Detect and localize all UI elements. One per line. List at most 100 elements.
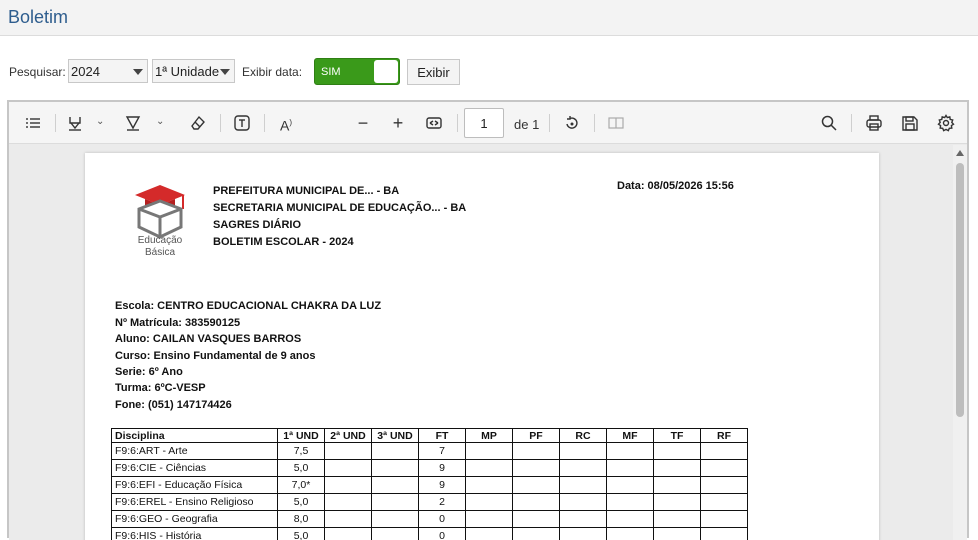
grade-cell: 7 bbox=[419, 443, 466, 460]
grade-cell bbox=[372, 494, 419, 511]
grade-cell bbox=[325, 511, 372, 528]
column-header: MP bbox=[466, 429, 513, 443]
separator bbox=[55, 114, 56, 132]
eraser-icon[interactable] bbox=[187, 112, 209, 134]
grade-cell bbox=[701, 460, 748, 477]
grade-cell bbox=[560, 477, 607, 494]
grade-cell bbox=[513, 460, 560, 477]
show-date-toggle[interactable]: SIM bbox=[314, 58, 400, 85]
chevron-down-icon bbox=[133, 69, 143, 75]
column-header: PF bbox=[513, 429, 560, 443]
educacao-basica-logo: Educação Básica bbox=[125, 181, 195, 261]
info-line: Serie: 6º Ano bbox=[115, 366, 183, 378]
grade-cell bbox=[701, 477, 748, 494]
grade-cell bbox=[560, 443, 607, 460]
rotate-icon[interactable] bbox=[561, 112, 583, 134]
page-number-input[interactable]: 1 bbox=[464, 108, 504, 138]
show-date-label: Exibir data: bbox=[242, 65, 302, 79]
subject-cell: F9:6:HIS - História bbox=[112, 528, 278, 540]
subject-cell: F9:6:EFI - Educação Física bbox=[112, 477, 278, 494]
info-line: Escola: CENTRO EDUCACIONAL CHAKRA DA LUZ bbox=[115, 300, 381, 312]
text-box-icon[interactable] bbox=[231, 112, 253, 134]
chevron-down-icon[interactable]: ⌄ bbox=[96, 116, 104, 127]
grade-cell: 9 bbox=[419, 460, 466, 477]
info-line: Aluno: CAILAN VASQUES BARROS bbox=[115, 333, 301, 345]
search-label: Pesquisar: bbox=[9, 65, 66, 79]
info-line: Turma: 6ºC-VESP bbox=[115, 382, 206, 394]
grade-cell bbox=[654, 494, 701, 511]
grade-cell bbox=[654, 443, 701, 460]
grades-table: Disciplina 1ª UND 2ª UND 3ª UND FT MP PF… bbox=[111, 428, 748, 540]
column-header: Disciplina bbox=[112, 429, 278, 443]
subject-cell: F9:6:EREL - Ensino Religioso bbox=[112, 494, 278, 511]
vertical-scrollbar[interactable] bbox=[953, 145, 967, 540]
scroll-thumb[interactable] bbox=[956, 163, 964, 417]
grade-cell bbox=[701, 511, 748, 528]
toggle-label: SIM bbox=[321, 66, 341, 78]
info-line: Fone: (051) 147174426 bbox=[115, 399, 232, 411]
grade-cell bbox=[513, 494, 560, 511]
column-header: 3ª UND bbox=[372, 429, 419, 443]
grade-cell bbox=[607, 528, 654, 540]
save-icon[interactable] bbox=[899, 112, 921, 134]
column-header: 1ª UND bbox=[278, 429, 325, 443]
report-date: Data: 08/05/2026 15:56 bbox=[617, 180, 734, 192]
grade-cell bbox=[513, 477, 560, 494]
header-line: PREFEITURA MUNICIPAL DE... - BA bbox=[213, 185, 399, 197]
grade-cell: 0 bbox=[419, 511, 466, 528]
show-button[interactable]: Exibir bbox=[407, 59, 460, 85]
grade-cell bbox=[466, 477, 513, 494]
two-page-icon[interactable] bbox=[605, 112, 627, 134]
separator bbox=[594, 114, 595, 132]
filter-bar: Pesquisar: 2024 1ª Unidade Exibir data: … bbox=[0, 58, 978, 86]
zoom-out-icon[interactable]: − bbox=[352, 112, 374, 134]
table-row: F9:6:CIE - Ciências5,0 9 bbox=[112, 460, 748, 477]
unit-select[interactable]: 1ª Unidade bbox=[152, 59, 235, 83]
column-header: TF bbox=[654, 429, 701, 443]
grade-cell: 8,0 bbox=[278, 511, 325, 528]
header-line: SAGRES DIÁRIO bbox=[213, 219, 301, 231]
read-aloud-icon[interactable]: A) bbox=[275, 112, 297, 134]
grade-cell bbox=[607, 494, 654, 511]
highlight-icon[interactable] bbox=[64, 112, 86, 134]
grade-cell bbox=[325, 494, 372, 511]
zoom-in-icon[interactable]: + bbox=[387, 112, 409, 134]
toggle-knob bbox=[374, 60, 398, 83]
grade-cell bbox=[372, 477, 419, 494]
logo-text-line: Educação bbox=[125, 235, 195, 247]
grade-cell bbox=[513, 511, 560, 528]
grade-cell: 9 bbox=[419, 477, 466, 494]
grade-cell bbox=[654, 477, 701, 494]
subject-cell: F9:6:CIE - Ciências bbox=[112, 460, 278, 477]
table-header-row: Disciplina 1ª UND 2ª UND 3ª UND FT MP PF… bbox=[112, 429, 748, 443]
print-icon[interactable] bbox=[863, 112, 885, 134]
report-viewer: ⌄ ⌄ A) − + 1 de 1 bbox=[7, 100, 969, 538]
grade-cell bbox=[325, 528, 372, 540]
scroll-up-icon[interactable] bbox=[956, 150, 964, 156]
grade-cell bbox=[654, 511, 701, 528]
outline-icon[interactable] bbox=[22, 112, 44, 134]
table-row: F9:6:HIS - História5,00 bbox=[112, 528, 748, 540]
column-header: FT bbox=[419, 429, 466, 443]
separator bbox=[457, 114, 458, 132]
fit-width-icon[interactable] bbox=[423, 112, 445, 134]
search-icon[interactable] bbox=[818, 112, 840, 134]
table-row: F9:6:EFI - Educação Física7,0*9 bbox=[112, 477, 748, 494]
report-page: Educação Básica PREFEITURA MUNICIPAL DE.… bbox=[85, 153, 879, 540]
separator bbox=[549, 114, 550, 132]
subject-cell: F9:6:ART - Arte bbox=[112, 443, 278, 460]
separator bbox=[851, 114, 852, 132]
grade-cell bbox=[466, 460, 513, 477]
grade-cell bbox=[372, 511, 419, 528]
grade-cell: 5,0 bbox=[278, 460, 325, 477]
grade-cell bbox=[466, 494, 513, 511]
draw-icon[interactable] bbox=[122, 112, 144, 134]
title-bar: Boletim bbox=[0, 0, 978, 36]
document-canvas[interactable]: Educação Básica PREFEITURA MUNICIPAL DE.… bbox=[9, 145, 953, 540]
grade-cell bbox=[560, 460, 607, 477]
year-select[interactable]: 2024 bbox=[68, 59, 148, 83]
chevron-down-icon[interactable]: ⌄ bbox=[156, 116, 164, 127]
grade-cell bbox=[607, 477, 654, 494]
grade-cell bbox=[607, 460, 654, 477]
gear-icon[interactable] bbox=[935, 112, 957, 134]
